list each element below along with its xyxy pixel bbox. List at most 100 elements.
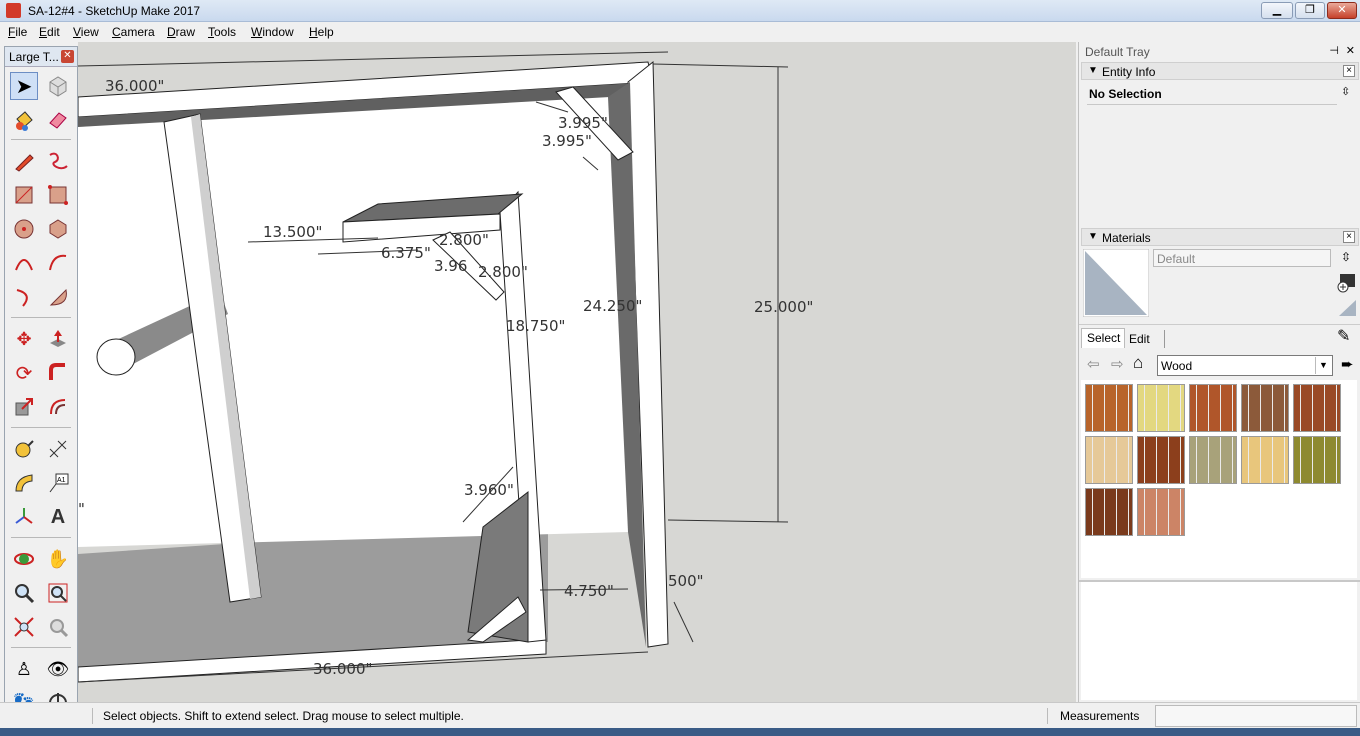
zoom-tool[interactable] <box>10 579 38 607</box>
menu-help[interactable]: Help <box>309 25 334 39</box>
menu-tools[interactable]: Tools <box>208 25 236 39</box>
toolbox-title-bar[interactable]: Large T... ✕ <box>5 47 77 67</box>
pan-tool[interactable]: ✋ <box>44 545 72 573</box>
eraser-tool[interactable] <box>44 106 72 134</box>
three-point-arc-tool[interactable] <box>44 249 72 277</box>
material-swatch[interactable] <box>1085 436 1133 484</box>
material-swatch[interactable] <box>1189 384 1237 432</box>
material-swatch[interactable] <box>1137 488 1185 536</box>
material-swatch[interactable] <box>1085 488 1133 536</box>
scale-tool[interactable] <box>10 393 38 421</box>
axes-icon <box>15 508 33 524</box>
material-name-field[interactable]: Default <box>1153 249 1331 267</box>
menu-edit[interactable]: Edit <box>39 25 60 39</box>
move-tool[interactable]: ✥ <box>10 325 38 353</box>
dim-board-thickness: 500" <box>668 572 704 590</box>
text-tool[interactable]: A1 <box>44 469 72 497</box>
person-icon: ♙ <box>15 658 33 679</box>
zoom-extents-tool[interactable] <box>10 613 38 641</box>
create-material-icon[interactable] <box>1336 272 1358 294</box>
tab-select[interactable]: Select <box>1081 328 1125 348</box>
material-swatch[interactable] <box>1293 436 1341 484</box>
position-camera-tool[interactable]: ♙ <box>10 655 38 683</box>
zoom-window-icon <box>48 583 68 603</box>
arc-tool[interactable] <box>10 249 38 277</box>
status-hint: Select objects. Shift to extend select. … <box>103 709 464 723</box>
two-point-arc-tool[interactable] <box>10 283 38 311</box>
menu-draw[interactable]: Draw <box>167 25 195 39</box>
status-bar: Select objects. Shift to extend select. … <box>0 702 1360 728</box>
protractor-tool[interactable] <box>10 469 38 497</box>
orbit-tool[interactable] <box>10 545 38 573</box>
line-tool[interactable] <box>10 147 38 175</box>
follow-me-tool[interactable] <box>44 359 72 387</box>
material-swatch[interactable] <box>1241 384 1289 432</box>
eraser-icon <box>49 112 67 129</box>
polygon-tool[interactable] <box>44 215 72 243</box>
entity-info-close-button[interactable]: × <box>1343 65 1355 77</box>
restore-button[interactable]: ❐ <box>1295 2 1325 19</box>
title-bar: SA-12#4 - SketchUp Make 2017 ▁ ❐ ✕ <box>0 0 1360 22</box>
materials-close-button[interactable]: × <box>1343 231 1355 243</box>
paint-bucket-tool[interactable] <box>10 106 38 134</box>
material-swatch[interactable] <box>1241 436 1289 484</box>
material-swatch[interactable] <box>1137 384 1185 432</box>
dimension-tool[interactable] <box>44 435 72 463</box>
materials-header[interactable]: ▼ Materials × <box>1081 228 1359 246</box>
dim-shelf-length: 13.500" <box>263 223 322 241</box>
component-cube-icon <box>49 76 67 97</box>
make-component-tool[interactable] <box>44 72 72 100</box>
rotate-tool[interactable]: ⟳ <box>10 359 38 387</box>
home-icon[interactable]: ⌂ <box>1133 353 1143 373</box>
tape-measure-tool[interactable] <box>10 435 38 463</box>
model-canvas[interactable]: 36.000" 36.000" " 3.995" 3.995" 13.500" … <box>78 42 1076 702</box>
minimize-button[interactable]: ▁ <box>1261 2 1293 19</box>
toolbox-divider <box>11 537 71 538</box>
material-swatch[interactable] <box>1293 384 1341 432</box>
move-arrows-icon: ✥ <box>16 328 32 349</box>
library-select[interactable]: Wood ▼ <box>1157 355 1333 376</box>
eyedropper-icon[interactable]: ✎ <box>1337 326 1350 346</box>
material-swatch[interactable] <box>1137 436 1185 484</box>
dim-brace-b: 3.995" <box>542 132 592 150</box>
offset-tool[interactable] <box>44 393 72 421</box>
look-around-tool[interactable]: 👁 <box>44 655 72 683</box>
arrow-cursor-icon: ➤ <box>15 75 33 98</box>
rotated-rectangle-tool[interactable] <box>44 181 72 209</box>
material-swatch[interactable] <box>1189 436 1237 484</box>
material-details-icon[interactable]: ⇳ <box>1341 250 1351 264</box>
freehand-tool[interactable] <box>44 147 72 175</box>
details-arrow-icon[interactable]: ⇳ <box>1341 85 1353 101</box>
select-tool[interactable]: ➤ <box>10 72 38 100</box>
menu-view[interactable]: View <box>73 25 99 39</box>
sample-paint-icon[interactable] <box>1336 296 1358 318</box>
tab-edit[interactable]: Edit <box>1127 330 1165 348</box>
rectangle-tool[interactable] <box>10 181 38 209</box>
dim-left-edge: " <box>78 500 85 518</box>
drawing-viewport[interactable]: 36.000" 36.000" " 3.995" 3.995" 13.500" … <box>78 42 1076 702</box>
pin-icon[interactable]: ⊣ <box>1329 44 1339 57</box>
toolbox-close-button[interactable]: ✕ <box>61 50 74 63</box>
circle-tool[interactable] <box>10 215 38 243</box>
menu-file[interactable]: File <box>8 25 27 39</box>
forward-arrow-icon[interactable]: ⇨ <box>1111 355 1124 373</box>
push-pull-tool[interactable] <box>44 325 72 353</box>
pie-tool[interactable] <box>44 283 72 311</box>
entity-info-header[interactable]: ▼ Entity Info × <box>1081 62 1359 80</box>
details-menu-icon[interactable]: ➨ <box>1341 355 1354 373</box>
measurements-box[interactable] <box>1155 705 1357 727</box>
zoom-window-tool[interactable] <box>44 579 72 607</box>
material-swatch[interactable] <box>1085 384 1133 432</box>
3d-text-tool[interactable]: A <box>44 503 72 531</box>
dim-shelf-brace-c: 3.96 <box>434 257 467 275</box>
freehand-icon <box>49 152 68 170</box>
status-divider <box>92 708 93 724</box>
previous-view-tool[interactable] <box>44 613 72 641</box>
menu-camera[interactable]: Camera <box>112 25 155 39</box>
axes-tool[interactable] <box>10 503 38 531</box>
menu-window[interactable]: Window <box>251 25 294 39</box>
back-arrow-icon[interactable]: ⇦ <box>1087 355 1100 373</box>
chevron-down-icon[interactable]: ▼ <box>1315 357 1331 374</box>
close-button[interactable]: ✕ <box>1327 2 1357 19</box>
tray-close-button[interactable]: ✕ <box>1346 44 1355 57</box>
